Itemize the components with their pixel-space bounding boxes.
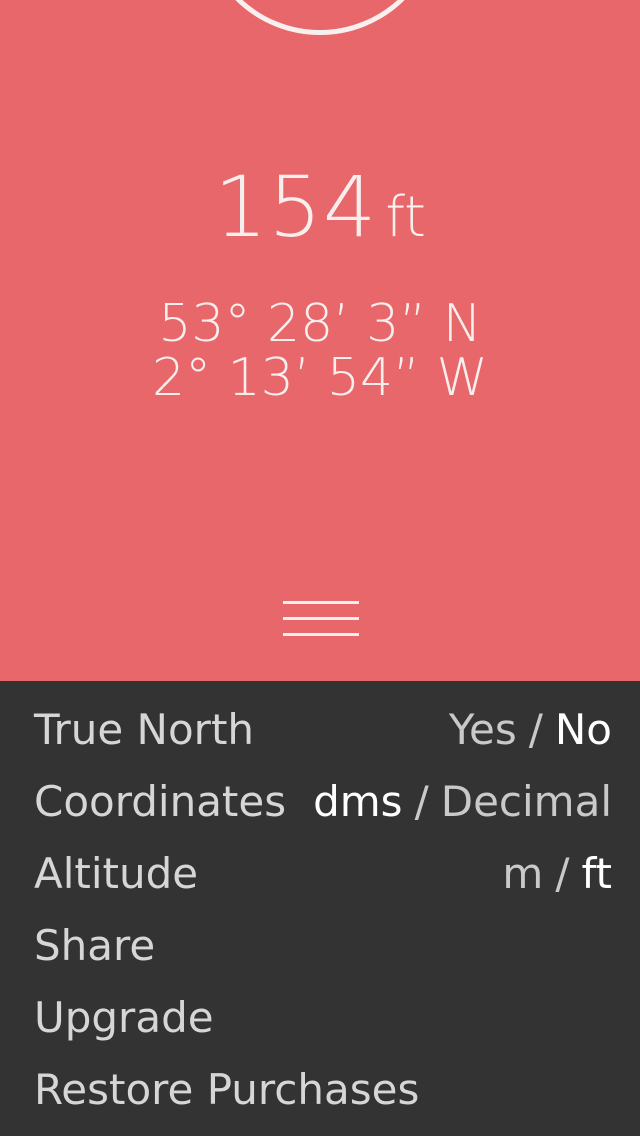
altitude-m-option[interactable]: m — [502, 849, 543, 898]
true-north-options: Yes / No — [449, 700, 612, 760]
setting-altitude: Altitude m / ft — [34, 844, 612, 904]
true-north-yes-option[interactable]: Yes — [449, 705, 517, 754]
menu-line — [283, 601, 359, 604]
latitude-readout: 53° 28’ 3” N — [158, 294, 482, 354]
menu-line — [283, 617, 359, 620]
share-label: Share — [34, 921, 156, 970]
longitude-readout: 2° 13’ 54” W — [152, 348, 488, 408]
restore-purchases-item[interactable]: Restore Purchases — [34, 1060, 612, 1120]
upgrade-label: Upgrade — [34, 993, 214, 1042]
altitude-options: m / ft — [502, 844, 612, 904]
coordinates-decimal-option[interactable]: Decimal — [441, 777, 612, 826]
true-north-label: True North — [34, 705, 255, 754]
option-separator: / — [528, 705, 543, 754]
coordinates-options: dms / Decimal — [313, 772, 612, 832]
menu-line — [283, 633, 359, 636]
upgrade-item[interactable]: Upgrade — [34, 988, 612, 1048]
coordinates-label: Coordinates — [34, 777, 287, 826]
altitude-value: 154 — [213, 158, 378, 256]
share-item[interactable]: Share — [34, 916, 612, 976]
true-north-no-option[interactable]: No — [555, 705, 612, 754]
option-separator: / — [414, 777, 429, 826]
altitude-ft-option[interactable]: ft — [581, 849, 612, 898]
settings-menu: True North Yes / No Coordinates dms / Decima… — [0, 681, 640, 1136]
altitude-unit: ft — [385, 185, 427, 250]
setting-coordinates: Coordinates dms / Decimal — [34, 772, 612, 832]
compass-ring — [200, 0, 440, 35]
restore-purchases-label: Restore Purchases — [34, 1065, 420, 1114]
setting-true-north: True North Yes / No — [34, 700, 612, 760]
option-separator: / — [555, 849, 570, 898]
hamburger-menu-icon[interactable] — [283, 601, 359, 639]
coordinates-dms-option[interactable]: dms — [313, 777, 402, 826]
altitude-readout: 154 ft — [0, 165, 640, 249]
location-panel: 154 ft 53° 28’ 3” N 2° 13’ 54” W — [0, 0, 640, 681]
altitude-label: Altitude — [34, 849, 199, 898]
